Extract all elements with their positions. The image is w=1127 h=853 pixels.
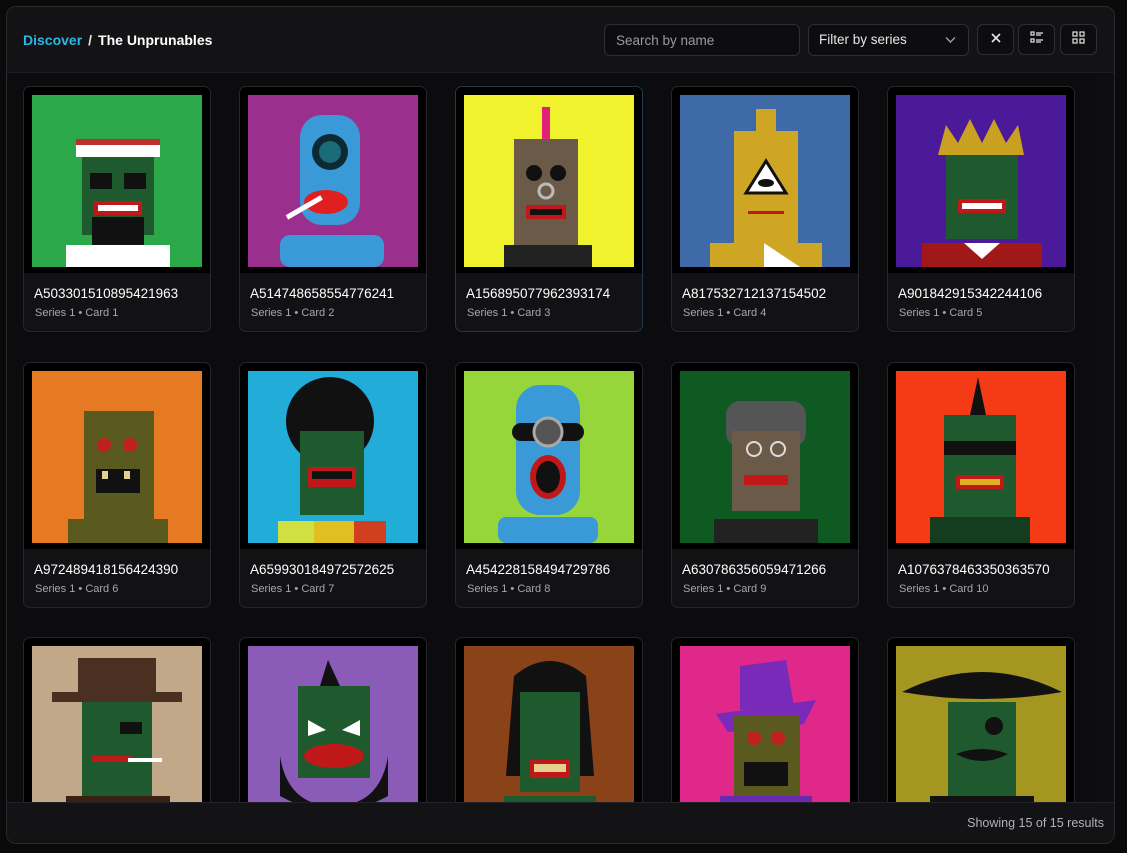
- list-view-button[interactable]: [1018, 24, 1055, 55]
- avatar-artwork: [464, 646, 634, 804]
- nft-card[interactable]: A972489418156424390 Series 1 • Card 6: [23, 362, 211, 608]
- card-title: A1076378463350363570: [898, 562, 1050, 577]
- nft-image: [456, 638, 642, 804]
- nft-image: [456, 363, 642, 549]
- card-subtitle: Series 1 • Card 6: [35, 583, 119, 595]
- app-window: Discover / The Unprunables Filter by serie…: [6, 6, 1115, 844]
- list-view-icon: [1029, 30, 1044, 49]
- breadcrumb-separator: /: [88, 32, 93, 48]
- card-title: A503301510895421963: [34, 286, 179, 301]
- search-input[interactable]: [604, 24, 800, 56]
- nft-image: [672, 363, 858, 549]
- grid-view-button[interactable]: [1060, 24, 1097, 55]
- card-subtitle: Series 1 • Card 3: [467, 307, 551, 319]
- card-title: A817532712137154502: [682, 286, 827, 301]
- nft-image: [888, 363, 1074, 549]
- card-subtitle: Series 1 • Card 1: [35, 307, 119, 319]
- avatar-artwork: [464, 95, 634, 267]
- card-title: A514748658554776241: [250, 286, 395, 301]
- card-subtitle: Series 1 • Card 8: [467, 583, 551, 595]
- card-subtitle: Series 1 • Card 10: [899, 583, 989, 595]
- nft-image: [240, 87, 426, 273]
- avatar-artwork: [896, 371, 1066, 543]
- card-subtitle: Series 1 • Card 9: [683, 583, 767, 595]
- card-subtitle: Series 1 • Card 5: [899, 307, 983, 319]
- card-title: A454228158494729786: [466, 562, 611, 577]
- nft-image: [672, 638, 858, 804]
- footer-bar: Showing 15 of 15 results: [7, 802, 1114, 843]
- avatar-artwork: [896, 646, 1066, 804]
- avatar-artwork: [32, 646, 202, 804]
- nft-card[interactable]: A1076378463350363570 Series 1 • Card 10: [887, 362, 1075, 608]
- nft-image: [24, 638, 210, 804]
- nft-image: [888, 638, 1074, 804]
- nft-card[interactable]: A630786356059471266 Series 1 • Card 9: [671, 362, 859, 608]
- card-subtitle: Series 1 • Card 2: [251, 307, 335, 319]
- avatar-artwork: [248, 646, 418, 804]
- series-filter-label: Filter by series: [819, 32, 907, 47]
- nft-card[interactable]: A659930184972572625 Series 1 • Card 7: [239, 362, 427, 608]
- nft-image: [456, 87, 642, 273]
- nft-image: [240, 638, 426, 804]
- nft-card[interactable]: [239, 637, 427, 804]
- nft-image: [24, 87, 210, 273]
- card-title: A901842915342244106: [898, 286, 1043, 301]
- avatar-artwork: [32, 95, 202, 267]
- nft-card[interactable]: A514748658554776241 Series 1 • Card 2: [239, 86, 427, 332]
- scrollbar[interactable]: [1097, 74, 1114, 804]
- nft-card[interactable]: A503301510895421963 Series 1 • Card 1: [23, 86, 211, 332]
- card-subtitle: Series 1 • Card 4: [683, 307, 767, 319]
- card-title: A630786356059471266: [682, 562, 827, 577]
- avatar-artwork: [464, 371, 634, 543]
- nft-card[interactable]: [23, 637, 211, 804]
- results-count: Showing 15 of 15 results: [967, 816, 1104, 830]
- avatar-artwork: [680, 95, 850, 267]
- card-title: A972489418156424390: [34, 562, 179, 577]
- clear-filters-button[interactable]: [977, 24, 1014, 55]
- breadcrumb-current: The Unprunables: [98, 32, 213, 48]
- avatar-artwork: [896, 95, 1066, 267]
- nft-image: [24, 363, 210, 549]
- avatar-artwork: [32, 371, 202, 543]
- avatar-artwork: [680, 646, 850, 804]
- nft-card[interactable]: A156895077962393174 Series 1 • Card 3: [455, 86, 643, 332]
- nft-image: [888, 87, 1074, 273]
- close-icon: [990, 31, 1002, 49]
- nft-card[interactable]: [671, 637, 859, 804]
- nft-card[interactable]: A901842915342244106 Series 1 • Card 5: [887, 86, 1075, 332]
- breadcrumb-discover-link[interactable]: Discover: [23, 32, 82, 48]
- card-title: A659930184972572625: [250, 562, 395, 577]
- nft-card[interactable]: A817532712137154502 Series 1 • Card 4: [671, 86, 859, 332]
- nft-card[interactable]: [887, 637, 1075, 804]
- chevron-down-icon: [945, 25, 956, 66]
- grid-view-icon: [1072, 30, 1085, 49]
- card-title: A156895077962393174: [466, 286, 611, 301]
- avatar-artwork: [248, 95, 418, 267]
- header-bar: Discover / The Unprunables Filter by serie…: [7, 7, 1114, 73]
- card-subtitle: Series 1 • Card 7: [251, 583, 335, 595]
- nft-image: [240, 363, 426, 549]
- series-filter-select[interactable]: Filter by series: [808, 24, 969, 56]
- card-grid: A503301510895421963 Series 1 • Card 1 A514…: [7, 74, 1099, 804]
- breadcrumb: Discover / The Unprunables: [23, 32, 212, 48]
- nft-image: [672, 87, 858, 273]
- avatar-artwork: [680, 371, 850, 543]
- avatar-artwork: [248, 371, 418, 543]
- nft-card[interactable]: A454228158494729786 Series 1 • Card 8: [455, 362, 643, 608]
- nft-card[interactable]: [455, 637, 643, 804]
